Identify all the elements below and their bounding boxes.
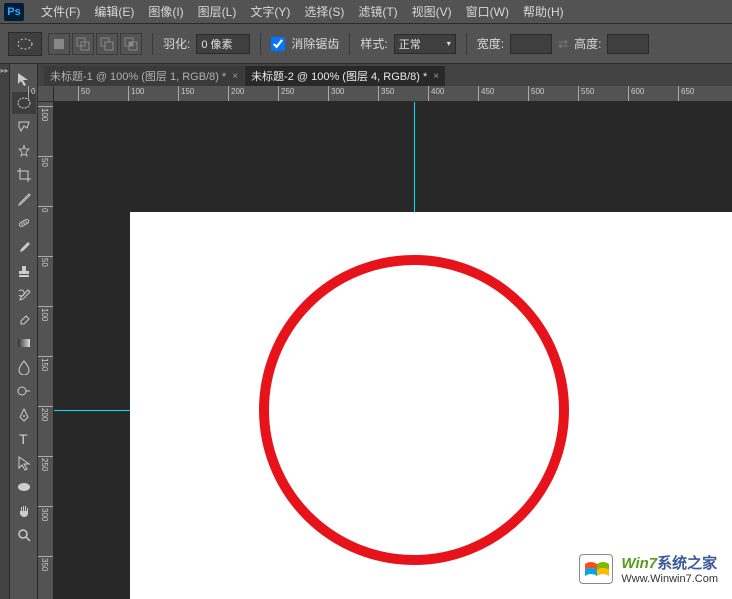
menu-view[interactable]: 视图(V) xyxy=(405,3,459,20)
tool-path-select[interactable] xyxy=(12,452,36,474)
antialias-label: 消除锯齿 xyxy=(291,35,339,52)
tool-blur[interactable] xyxy=(12,356,36,378)
tool-brush[interactable] xyxy=(12,236,36,258)
watermark-line1: Win7系统之家 xyxy=(621,552,718,573)
tool-type[interactable]: T xyxy=(12,428,36,450)
ellipse-marquee-icon xyxy=(16,37,34,51)
document-area: 未标题-1 @ 100% (图层 1, RGB/8) * × 未标题-2 @ 1… xyxy=(38,64,732,599)
squares-intersect-icon xyxy=(124,37,138,51)
menu-bar: Ps 文件(F) 编辑(E) 图像(I) 图层(L) 文字(Y) 选择(S) 滤… xyxy=(0,0,732,24)
menu-type[interactable]: 文字(Y) xyxy=(243,3,297,20)
tab-label: 未标题-1 @ 100% (图层 1, RGB/8) * xyxy=(50,68,226,84)
canvas-viewport: 050100150200250300350400450500550600650 … xyxy=(38,86,732,599)
tool-ellipse-shape[interactable] xyxy=(12,476,36,498)
document-tab-bar: 未标题-1 @ 100% (图层 1, RGB/8) * × 未标题-2 @ 1… xyxy=(38,64,732,86)
feather-input[interactable] xyxy=(196,34,250,54)
tool-eraser[interactable] xyxy=(12,308,36,330)
close-icon[interactable]: × xyxy=(433,71,439,82)
toolbox: T xyxy=(10,64,38,599)
selection-add-button[interactable] xyxy=(72,33,94,55)
tool-dodge[interactable] xyxy=(12,380,36,402)
height-input xyxy=(607,34,649,54)
tool-stamp[interactable] xyxy=(12,260,36,282)
document-tab-2[interactable]: 未标题-2 @ 100% (图层 4, RGB/8) * × xyxy=(245,66,445,86)
menu-help[interactable]: 帮助(H) xyxy=(516,3,571,20)
menu-edit[interactable]: 编辑(E) xyxy=(87,3,141,20)
tab-label: 未标题-2 @ 100% (图层 4, RGB/8) * xyxy=(251,68,427,84)
close-icon[interactable]: × xyxy=(232,71,238,82)
menu-select[interactable]: 选择(S) xyxy=(297,3,351,20)
canvas-scroll[interactable] xyxy=(54,102,732,599)
menu-window[interactable]: 窗口(W) xyxy=(459,3,516,20)
collapse-arrows-icon: ▸▸ xyxy=(0,64,9,75)
style-value: 正常 xyxy=(399,36,421,52)
selection-subtract-button[interactable] xyxy=(96,33,118,55)
selection-new-button[interactable] xyxy=(48,33,70,55)
windows-logo-icon xyxy=(579,554,613,584)
tool-history-brush[interactable] xyxy=(12,284,36,306)
tool-gradient[interactable] xyxy=(12,332,36,354)
document-tab-1[interactable]: 未标题-1 @ 100% (图层 1, RGB/8) * × xyxy=(44,66,244,86)
tool-pen[interactable] xyxy=(12,404,36,426)
chevron-down-icon: ▾ xyxy=(447,39,451,48)
watermark-line2: Www.Winwin7.Com xyxy=(621,573,718,585)
feather-label: 羽化: xyxy=(163,35,190,52)
tool-crop[interactable] xyxy=(12,164,36,186)
swap-icon: ⇄ xyxy=(558,37,568,51)
tool-wand[interactable] xyxy=(12,140,36,162)
svg-text:T: T xyxy=(19,431,28,447)
current-tool-indicator[interactable] xyxy=(8,32,42,56)
ruler-vertical[interactable]: 10050050100150200250300350 xyxy=(38,102,54,599)
menu-filter[interactable]: 滤镜(T) xyxy=(351,3,404,20)
panel-collapse-strip[interactable]: ▸▸ xyxy=(0,64,10,599)
ruler-origin[interactable] xyxy=(38,86,54,102)
square-icon xyxy=(52,37,66,51)
width-label: 宽度: xyxy=(477,35,504,52)
canvas-content xyxy=(130,212,732,599)
app-logo: Ps xyxy=(4,3,24,21)
squares-subtract-icon xyxy=(100,37,114,51)
antialias-checkbox[interactable] xyxy=(271,37,285,51)
tool-zoom[interactable] xyxy=(12,524,36,546)
width-input xyxy=(510,34,552,54)
canvas[interactable] xyxy=(130,212,732,599)
tool-eyedropper[interactable] xyxy=(12,188,36,210)
watermark: Win7系统之家 Www.Winwin7.Com xyxy=(579,552,718,585)
style-select[interactable]: 正常 ▾ xyxy=(394,34,456,54)
tool-lasso[interactable] xyxy=(12,116,36,138)
menu-file[interactable]: 文件(F) xyxy=(34,3,87,20)
squares-add-icon xyxy=(76,37,90,51)
selection-intersect-button[interactable] xyxy=(120,33,142,55)
tool-hand[interactable] xyxy=(12,500,36,522)
height-label: 高度: xyxy=(574,35,601,52)
tool-heal[interactable] xyxy=(12,212,36,234)
menu-image[interactable]: 图像(I) xyxy=(141,3,190,20)
style-label: 样式: xyxy=(360,35,387,52)
options-bar: 羽化: 消除锯齿 样式: 正常 ▾ 宽度: ⇄ 高度: xyxy=(0,24,732,64)
menu-layer[interactable]: 图层(L) xyxy=(191,3,244,20)
ruler-horizontal[interactable]: 050100150200250300350400450500550600650 xyxy=(54,86,732,102)
